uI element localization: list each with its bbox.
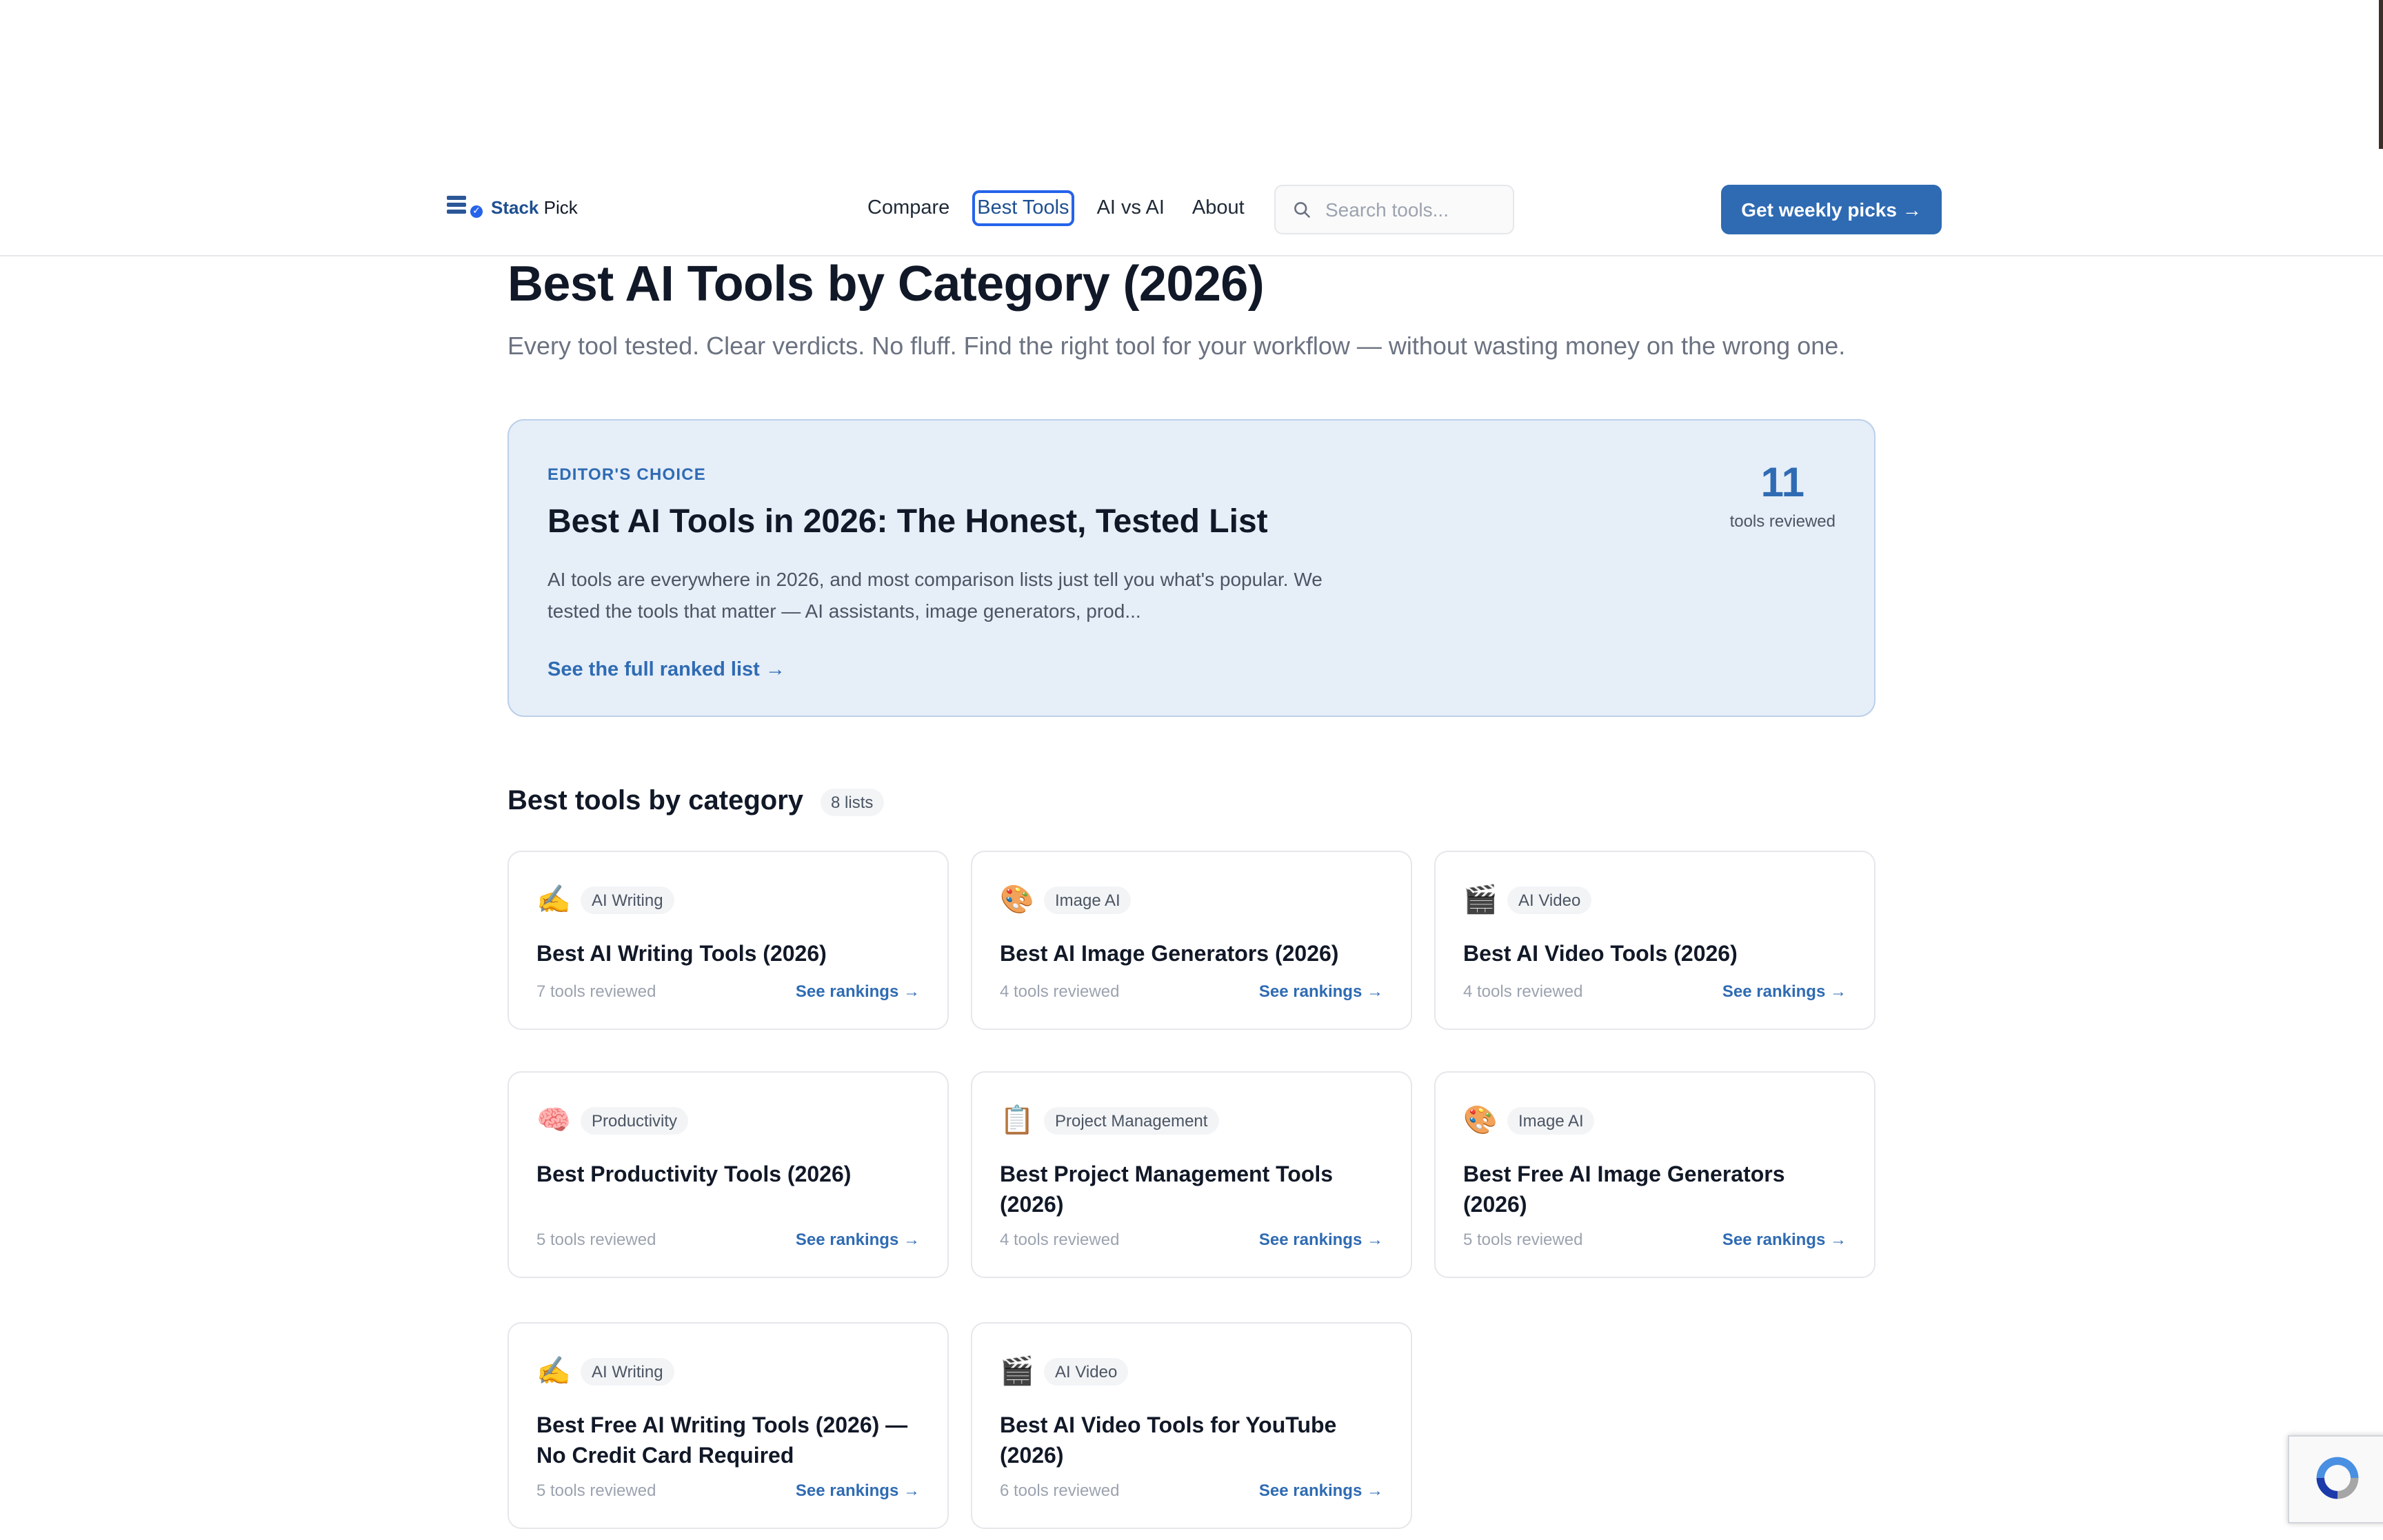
brain-icon: 🧠	[536, 1103, 571, 1136]
category-card[interactable]: 🎨 Image AI Best Free AI Image Generators…	[1434, 1071, 1876, 1278]
card-title[interactable]: Best AI Video Tools (2026)	[1463, 940, 1849, 971]
nav-ai-vs-ai[interactable]: AI vs AI	[1094, 193, 1167, 223]
see-full-ranked-list-link[interactable]: See the full ranked list →	[547, 659, 785, 681]
category-tag: AI Video	[1044, 1358, 1129, 1386]
page-title: Best AI Tools by Category (2026)	[507, 255, 1265, 312]
get-weekly-picks-button[interactable]: Get weekly picks →	[1721, 185, 1942, 234]
category-tag: AI Video	[1507, 886, 1592, 914]
palette-icon: 🎨	[1000, 882, 1034, 915]
see-rankings-link[interactable]: See rankings →	[1259, 1481, 1383, 1500]
clapper-icon: 🎬	[1463, 882, 1498, 915]
card-title[interactable]: Best AI Video Tools for YouTube (2026)	[1000, 1412, 1386, 1472]
featured-count-label: tools reviewed	[1729, 511, 1836, 531]
site-header: ✓ Stack Pick Compare Best Tools AI vs AI…	[0, 163, 2383, 256]
clipboard-icon: 📋	[1000, 1103, 1034, 1136]
see-rankings-link[interactable]: See rankings →	[1722, 1230, 1847, 1249]
logo-icon: ✓	[447, 196, 483, 218]
page-subtitle: Every tool tested. Clear verdicts. No fl…	[507, 332, 1846, 360]
logo[interactable]: ✓ Stack Pick	[447, 196, 578, 218]
category-tag: Productivity	[581, 1107, 689, 1135]
tools-reviewed-count: 5 tools reviewed	[536, 1481, 656, 1500]
writing-hand-icon: ✍️	[536, 1354, 571, 1387]
tools-reviewed-count: 7 tools reviewed	[536, 982, 656, 1001]
category-tag: AI Writing	[581, 886, 674, 914]
category-card[interactable]: ✍️ AI Writing Best Free AI Writing Tools…	[507, 1322, 949, 1529]
tools-reviewed-count: 6 tools reviewed	[1000, 1481, 1120, 1500]
category-card[interactable]: 🎬 AI Video Best AI Video Tools (2026) 4 …	[1434, 851, 1876, 1030]
section-title: Best tools by category	[507, 786, 804, 816]
search-input[interactable]	[1323, 197, 1507, 222]
see-rankings-link[interactable]: See rankings →	[796, 1481, 920, 1500]
logo-text: Stack Pick	[491, 196, 578, 217]
category-card[interactable]: ✍️ AI Writing Best AI Writing Tools (202…	[507, 851, 949, 1030]
see-rankings-link[interactable]: See rankings →	[796, 1230, 920, 1249]
card-title[interactable]: Best Productivity Tools (2026)	[536, 1161, 923, 1191]
tools-reviewed-count: 4 tools reviewed	[1000, 1230, 1120, 1249]
tools-reviewed-count: 5 tools reviewed	[536, 1230, 656, 1249]
featured-count-number: 11	[1760, 460, 1804, 506]
card-title[interactable]: Best Free AI Image Generators (2026)	[1463, 1161, 1849, 1222]
clapper-icon: 🎬	[1000, 1354, 1034, 1387]
featured-title[interactable]: Best AI Tools in 2026: The Honest, Teste…	[547, 503, 1268, 542]
featured-card: EDITOR'S CHOICE Best AI Tools in 2026: T…	[507, 419, 1876, 717]
card-title[interactable]: Best Free AI Writing Tools (2026) — No C…	[536, 1412, 923, 1472]
palette-icon: 🎨	[1463, 1103, 1498, 1136]
featured-kicker: EDITOR'S CHOICE	[547, 465, 706, 484]
card-title[interactable]: Best AI Image Generators (2026)	[1000, 940, 1386, 971]
lists-count-badge: 8 lists	[820, 788, 885, 815]
search-box[interactable]	[1274, 185, 1514, 234]
tools-reviewed-count: 4 tools reviewed	[1463, 982, 1583, 1001]
featured-description: AI tools are everywhere in 2026, and mos…	[547, 568, 1323, 622]
nav-compare[interactable]: Compare	[865, 193, 952, 223]
category-tag: Image AI	[1044, 886, 1132, 914]
page: ✓ Stack Pick Compare Best Tools AI vs AI…	[0, 0, 2383, 1540]
card-title[interactable]: Best AI Writing Tools (2026)	[536, 940, 923, 971]
category-tag: Project Management	[1044, 1107, 1219, 1135]
featured-count: 11 tools reviewed	[1730, 459, 1836, 531]
nav-about[interactable]: About	[1189, 193, 1247, 223]
recaptcha-badge[interactable]	[2288, 1435, 2383, 1523]
category-tag: AI Writing	[581, 1358, 674, 1386]
search-icon	[1294, 202, 1310, 218]
see-rankings-link[interactable]: See rankings →	[1259, 1230, 1383, 1249]
category-card[interactable]: 🧠 Productivity Best Productivity Tools (…	[507, 1071, 949, 1278]
writing-hand-icon: ✍️	[536, 882, 571, 915]
window-edge	[2379, 0, 2383, 149]
tools-reviewed-count: 4 tools reviewed	[1000, 982, 1120, 1001]
category-card[interactable]: 📋 Project Management Best Project Manage…	[971, 1071, 1412, 1278]
recaptcha-icon	[2316, 1457, 2359, 1499]
see-rankings-link[interactable]: See rankings →	[1259, 982, 1383, 1001]
category-card[interactable]: 🎨 Image AI Best AI Image Generators (202…	[971, 851, 1412, 1030]
see-rankings-link[interactable]: See rankings →	[796, 982, 920, 1001]
nav-best-tools[interactable]: Best Tools	[972, 190, 1075, 226]
tools-reviewed-count: 5 tools reviewed	[1463, 1230, 1583, 1249]
main-nav: Compare Best Tools AI vs AI About	[865, 190, 1269, 226]
category-section-header: Best tools by category 8 lists	[507, 786, 885, 818]
category-tag: Image AI	[1507, 1107, 1595, 1135]
see-rankings-link[interactable]: See rankings →	[1722, 982, 1847, 1001]
card-title[interactable]: Best Project Management Tools (2026)	[1000, 1161, 1386, 1222]
category-card[interactable]: 🎬 AI Video Best AI Video Tools for YouTu…	[971, 1322, 1412, 1529]
main-content: Best AI Tools by Category (2026) Every t…	[507, 255, 1876, 1529]
